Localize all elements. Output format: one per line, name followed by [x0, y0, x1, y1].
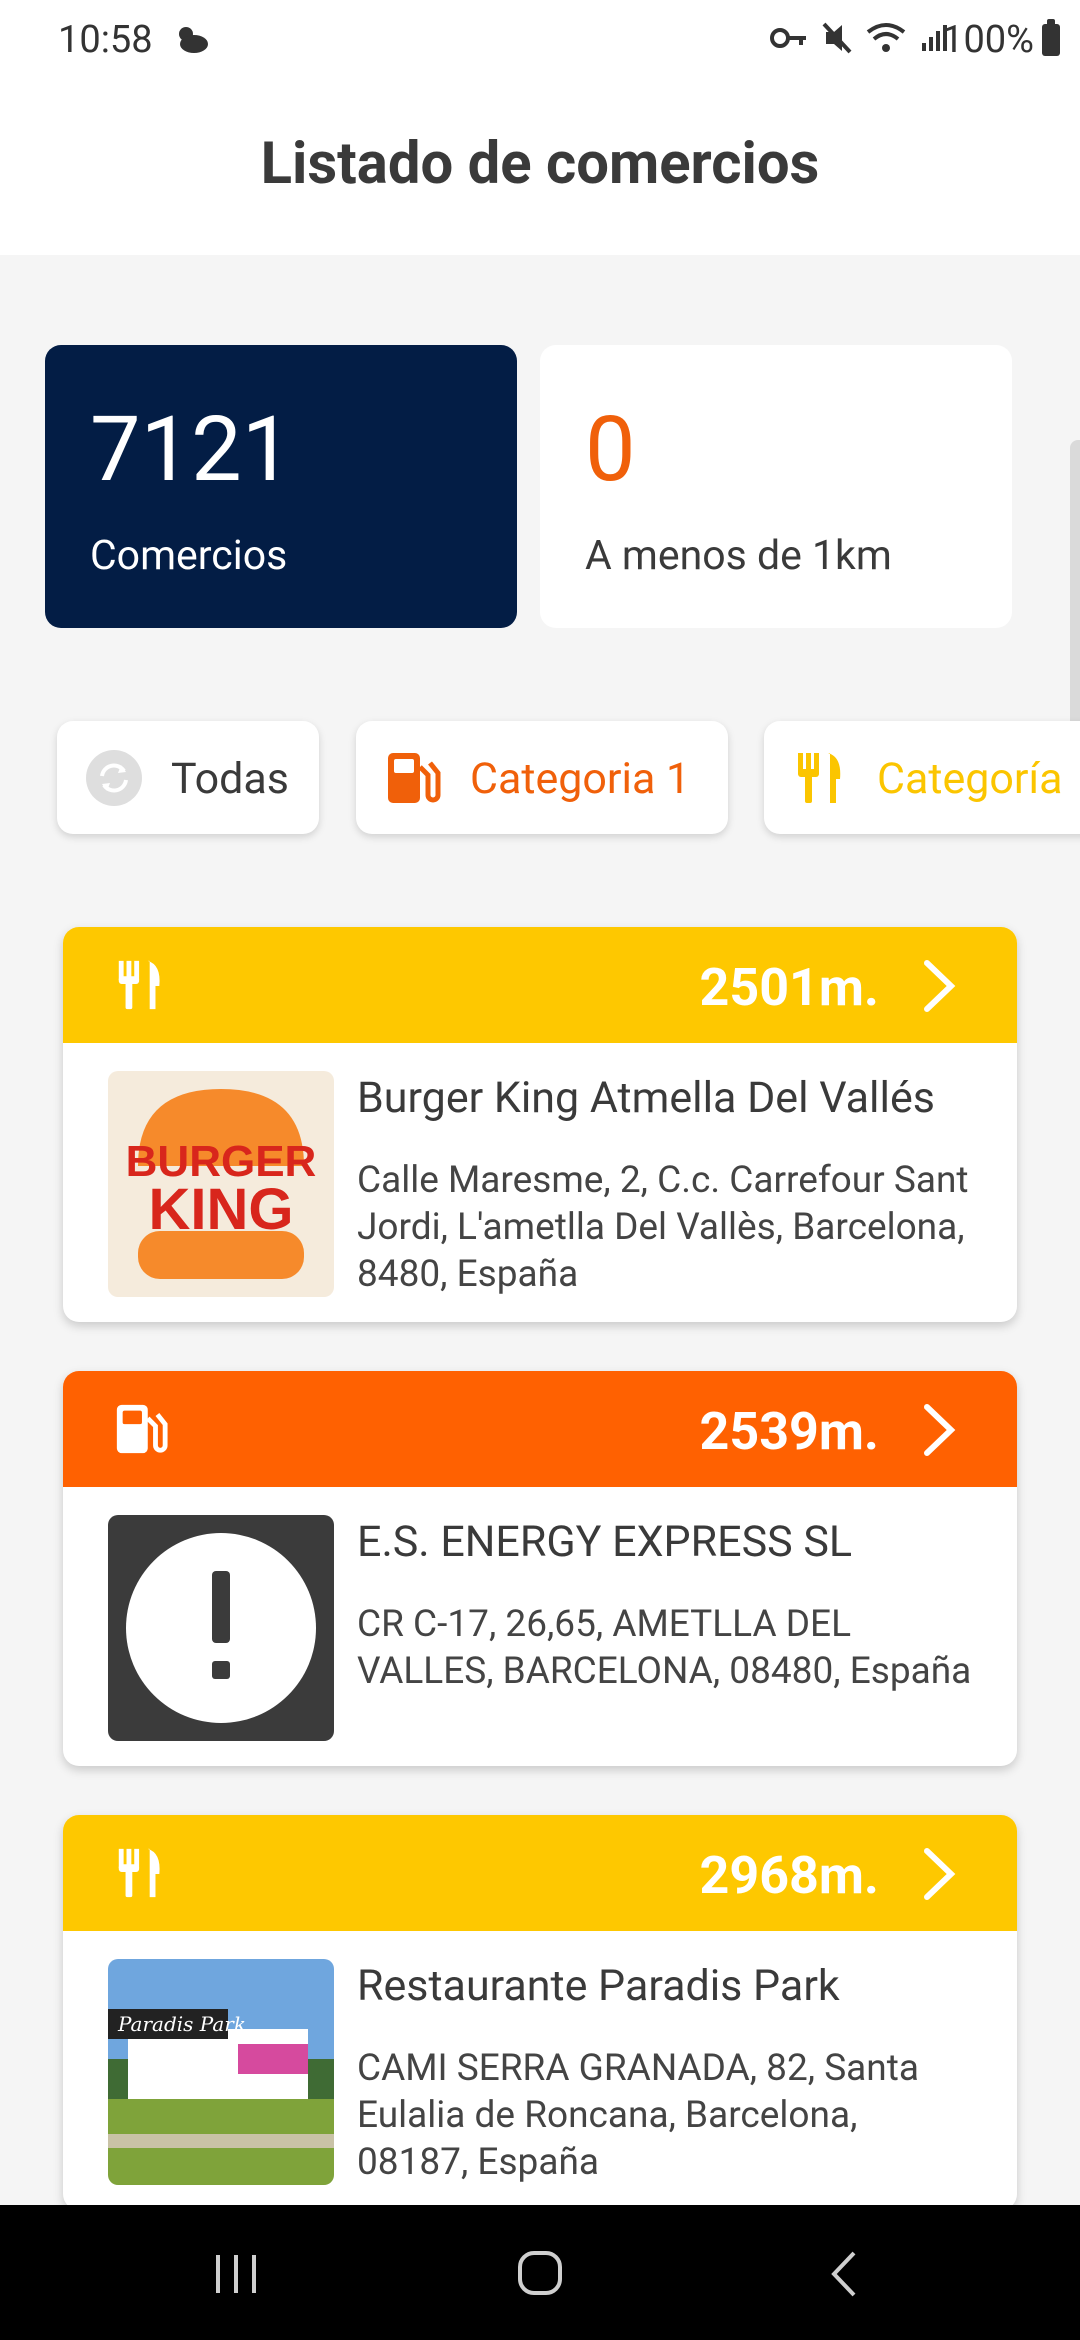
alert-icon	[126, 1533, 316, 1723]
restaurant-icon	[118, 960, 160, 1010]
business-name: E.S. ENERGY EXPRESS SL	[357, 1517, 853, 1567]
business-logo: BURGER KING	[108, 1071, 334, 1297]
total-businesses-label: Comercios	[90, 532, 288, 580]
chevron-right-icon[interactable]	[919, 959, 959, 1013]
filter-chip-label: Todas	[171, 754, 289, 804]
mute-icon	[822, 22, 852, 54]
battery-percent: 100%	[942, 18, 1034, 62]
refresh-icon	[86, 750, 142, 806]
filter-chip-label: Categoria 1	[470, 754, 691, 804]
restaurant-photo: Paradis Park	[108, 1959, 334, 2185]
total-businesses-count: 7121	[90, 397, 293, 502]
business-card[interactable]: 2539m. E.S. ENERGY EXPRESS SL CR C-17, 2…	[63, 1371, 1017, 1766]
filter-chip-categoria-2[interactable]: Categoría	[764, 721, 1080, 834]
status-icons	[770, 22, 950, 54]
recent-apps-button[interactable]	[212, 2253, 262, 2295]
restaurant-icon	[118, 1848, 160, 1898]
filter-chip-todas[interactable]: Todas	[57, 721, 319, 834]
business-name: Burger King Atmella Del Vallés	[357, 1073, 935, 1123]
business-name: Restaurante Paradis Park	[357, 1961, 840, 2011]
photo-sign-text: Paradis Park	[117, 2012, 246, 2036]
business-card[interactable]: 2501m. BURGER KING Burger King Atmella D…	[63, 927, 1017, 1322]
nearby-businesses-count: 0	[585, 397, 636, 502]
battery-icon	[1042, 19, 1060, 56]
distance-label: 2539m.	[699, 1401, 879, 1462]
system-navigation-bar	[0, 2205, 1080, 2340]
status-bar: 10:58 100%	[0, 0, 1080, 80]
nearby-businesses-card: 0 A menos de 1km	[540, 345, 1012, 628]
business-address: CAMI SERRA GRANADA, 82, Santa Eulalia de…	[357, 2047, 919, 2184]
status-time: 10:58	[58, 18, 153, 62]
filter-chip-categoria-1[interactable]: Categoria 1	[356, 721, 728, 834]
restaurant-icon	[798, 753, 841, 803]
business-logo-placeholder	[108, 1515, 334, 1741]
weather-icon	[179, 27, 208, 53]
wifi-icon	[866, 23, 906, 52]
chevron-right-icon[interactable]	[919, 1847, 959, 1901]
app-header: Listado de comercios	[0, 80, 1080, 255]
chevron-right-icon[interactable]	[919, 1403, 959, 1457]
card-header-bar: 2968m.	[63, 1815, 1017, 1931]
business-address: CR C-17, 26,65, AMETLLA DEL VALLES, BARC…	[357, 1603, 972, 1693]
distance-label: 2968m.	[699, 1845, 879, 1906]
burger-king-logo: BURGER KING	[126, 1089, 316, 1279]
business-card[interactable]: 2968m. Paradis Park Restaurante Paradis …	[63, 1815, 1017, 2210]
business-address: Calle Maresme, 2, C.c. Carrefour Sant Jo…	[357, 1159, 969, 1296]
distance-label: 2501m.	[699, 957, 879, 1018]
back-button[interactable]	[826, 2249, 862, 2299]
vpn-key-icon	[770, 28, 806, 48]
fuel-pump-icon	[116, 1404, 168, 1454]
total-businesses-card: 7121 Comercios	[45, 345, 517, 628]
edge-panel-handle[interactable]	[1070, 440, 1080, 740]
nearby-businesses-label: A menos de 1km	[585, 532, 892, 580]
business-photo: Paradis Park	[108, 1959, 334, 2185]
card-header-bar: 2501m.	[63, 927, 1017, 1043]
home-button[interactable]	[516, 2249, 564, 2297]
card-header-bar: 2539m.	[63, 1371, 1017, 1487]
fuel-pump-icon	[388, 753, 441, 803]
logo-text-king: KING	[149, 1177, 294, 1242]
page-title: Listado de comercios	[260, 130, 820, 198]
filter-chip-label: Categoría	[877, 754, 1063, 804]
